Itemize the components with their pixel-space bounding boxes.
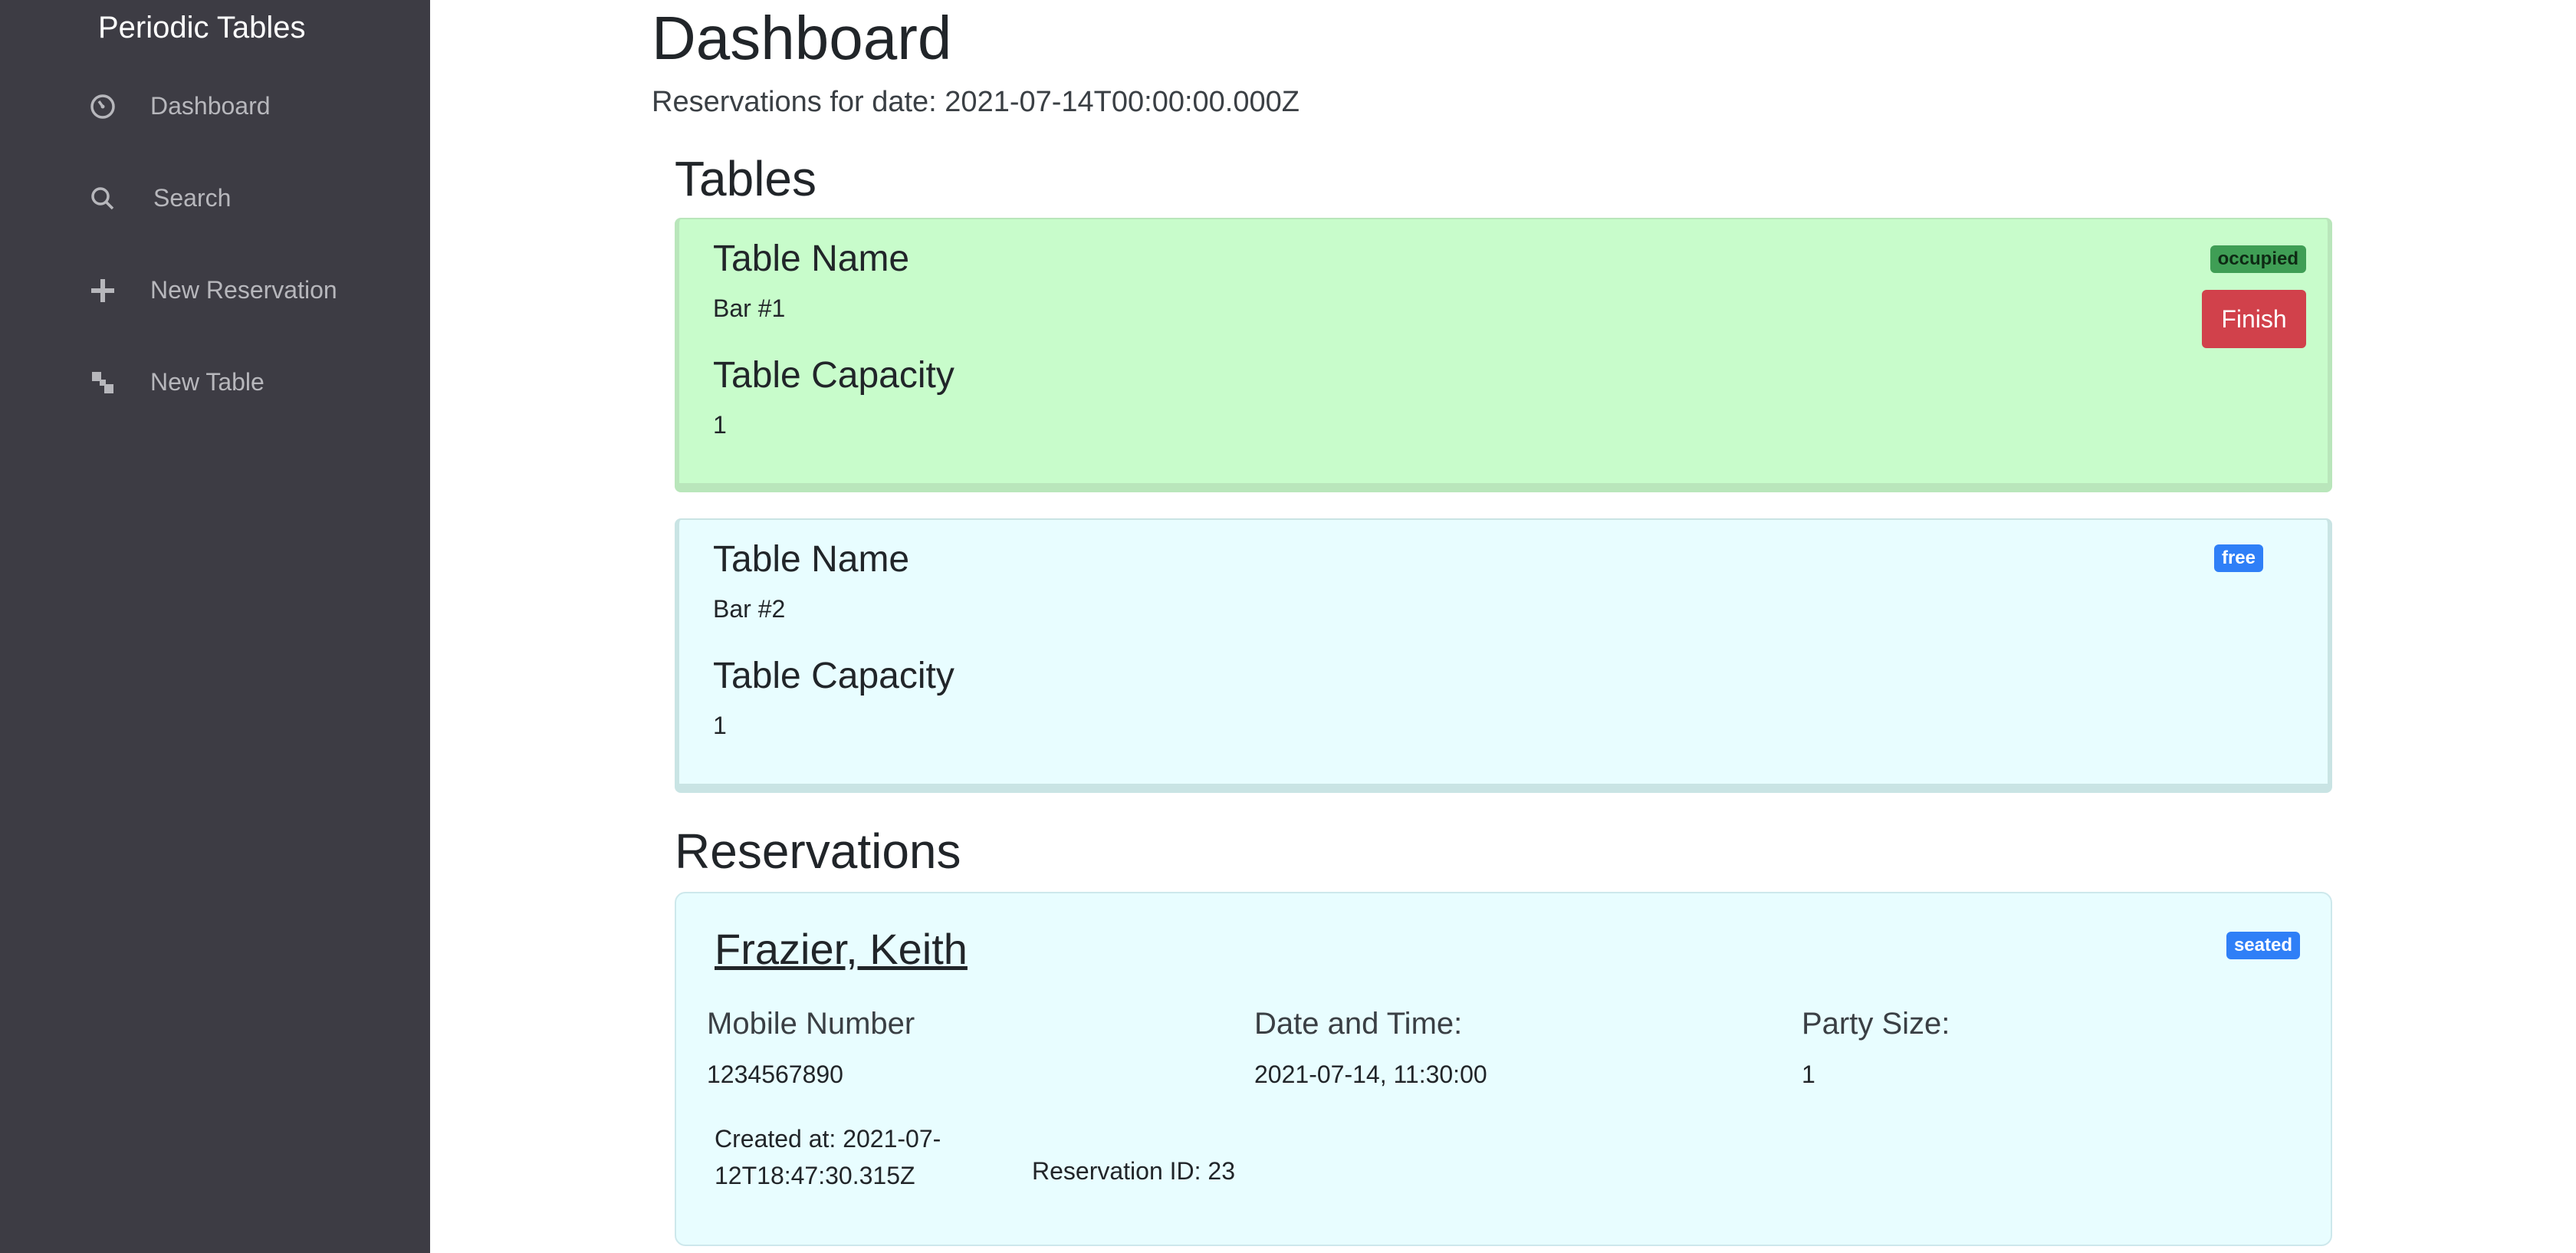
reservation-id: Reservation ID: 23 (1032, 1157, 1236, 1185)
sidebar-item-dashboard[interactable]: Dashboard (89, 92, 271, 120)
table-name-label: Table Name (713, 238, 910, 279)
sidebar-item-label: New Reservation (150, 276, 337, 304)
datetime-label: Date and Time: (1254, 1007, 1463, 1041)
sidebar-item-search[interactable]: Search (89, 184, 231, 212)
reservations-date: Reservations for date: 2021-07-14T00:00:… (652, 86, 1300, 118)
table-capacity-label: Table Capacity (713, 355, 955, 396)
reservations-heading: Reservations (675, 824, 961, 879)
page-title: Dashboard (652, 4, 952, 72)
status-badge: free (2213, 544, 2263, 572)
sidebar-item-new-table[interactable]: New Table (89, 368, 264, 396)
new-table-icon (89, 369, 117, 396)
reservation-card: Frazier, Keith seated Mobile Number 1234… (675, 892, 2332, 1246)
search-icon (89, 185, 117, 212)
party-size: 1 (1802, 1061, 1815, 1088)
dashboard-icon (89, 93, 117, 120)
brand-title[interactable]: Periodic Tables (98, 11, 306, 45)
plus-icon (89, 277, 117, 304)
sidebar-item-label: Search (153, 184, 232, 212)
table-capacity-label: Table Capacity (713, 656, 955, 696)
sidebar-item-new-reservation[interactable]: New Reservation (89, 276, 337, 304)
sidebar-item-label: Dashboard (150, 92, 271, 120)
table-card: Table Name Bar #2 Table Capacity 1 free (675, 518, 2332, 793)
finish-button[interactable]: Finish (2202, 290, 2306, 348)
table-name-label: Table Name (713, 539, 910, 580)
status-badge: seated (2226, 932, 2300, 959)
tables-heading: Tables (675, 151, 816, 206)
mobile-label: Mobile Number (707, 1007, 915, 1041)
table-capacity: 1 (713, 712, 727, 739)
reservation-name-link[interactable]: Frazier, Keith (715, 924, 968, 974)
table-name: Bar #2 (713, 595, 786, 623)
created-at: Created at: 2021-07-12T18:47:30.315Z (715, 1125, 941, 1189)
mobile-number: 1234567890 (707, 1061, 843, 1088)
table-capacity: 1 (713, 411, 727, 439)
sidebar-item-label: New Table (150, 368, 264, 396)
sidebar: Periodic Tables Dashboard Search New Res… (0, 0, 430, 1253)
table-card: Table Name Bar #1 Table Capacity 1 occup… (675, 218, 2332, 492)
reservation-datetime: 2021-07-14, 11:30:00 (1254, 1061, 1487, 1088)
status-badge: occupied (2210, 245, 2306, 273)
table-name: Bar #1 (713, 294, 786, 322)
party-size-label: Party Size: (1802, 1007, 1950, 1041)
